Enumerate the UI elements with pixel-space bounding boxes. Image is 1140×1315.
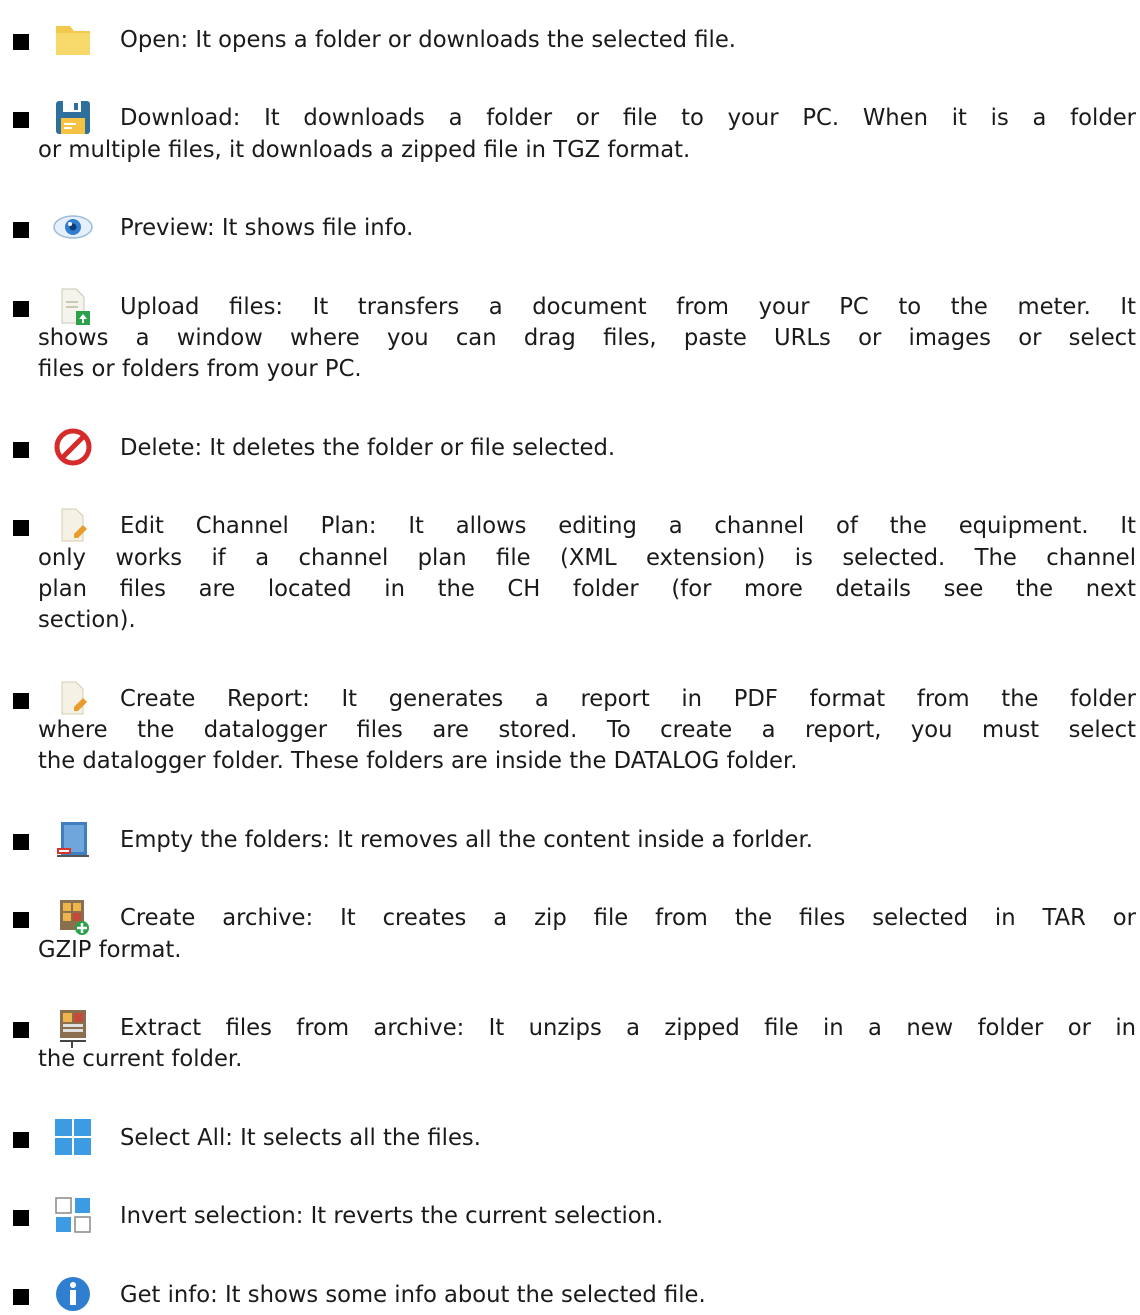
item-text: or multiple files, it downloads a zipped…	[38, 136, 691, 163]
item-text: the current folder.	[38, 1046, 243, 1073]
item-text: Empty the folders: It removes all the co…	[120, 826, 813, 853]
bullet-marker	[13, 912, 29, 929]
item-text: Create Report: It generates a report in …	[120, 685, 1136, 712]
item-text: the datalogger folder. These folders are…	[38, 748, 798, 775]
bullet-marker	[13, 1022, 29, 1039]
item-text: shows a window where you can drag files,…	[38, 324, 1136, 351]
bullet-marker	[13, 520, 29, 537]
item-text: GZIP format.	[38, 936, 182, 963]
item-text: where the datalogger files are stored. T…	[38, 717, 1136, 744]
item-text: files or folders from your PC.	[38, 356, 362, 383]
item-text: Open: It opens a folder or downloads the…	[120, 27, 737, 53]
item-text: Download: It downloads a folder or file …	[120, 105, 1136, 132]
item-text: Extract files from archive: It unzips a …	[120, 1015, 1136, 1042]
bullet-marker	[13, 34, 29, 50]
bullet-marker	[13, 1288, 29, 1305]
item-text: only works if a channel plan file (XML e…	[38, 544, 1136, 571]
bullet-marker	[13, 1210, 29, 1227]
bullet-marker	[13, 1131, 29, 1148]
item-text: Delete: It deletes the folder or file se…	[120, 434, 616, 461]
item-text: Upload files: It transfers a document fr…	[120, 293, 1136, 320]
bullet-marker	[13, 222, 29, 239]
item-text: section).	[38, 607, 136, 634]
item-text: Invert selection: It reverts the current…	[120, 1203, 664, 1230]
item-text: Select All: It selects all the files.	[120, 1124, 481, 1151]
item-text: Get info: It shows some info about the s…	[120, 1281, 706, 1308]
item-text: Create archive: It creates a zip file fr…	[120, 905, 1136, 932]
bullet-marker	[13, 441, 29, 458]
item-text: Preview: It shows file info.	[120, 215, 414, 242]
bullet-marker	[13, 833, 29, 850]
bullet-marker	[13, 692, 29, 709]
bullet-marker	[13, 300, 29, 317]
item-text: Edit Channel Plan: It allows editing a c…	[120, 513, 1136, 540]
item-text: plan files are located in the CH folder …	[38, 575, 1136, 602]
bullet-marker	[13, 112, 29, 129]
